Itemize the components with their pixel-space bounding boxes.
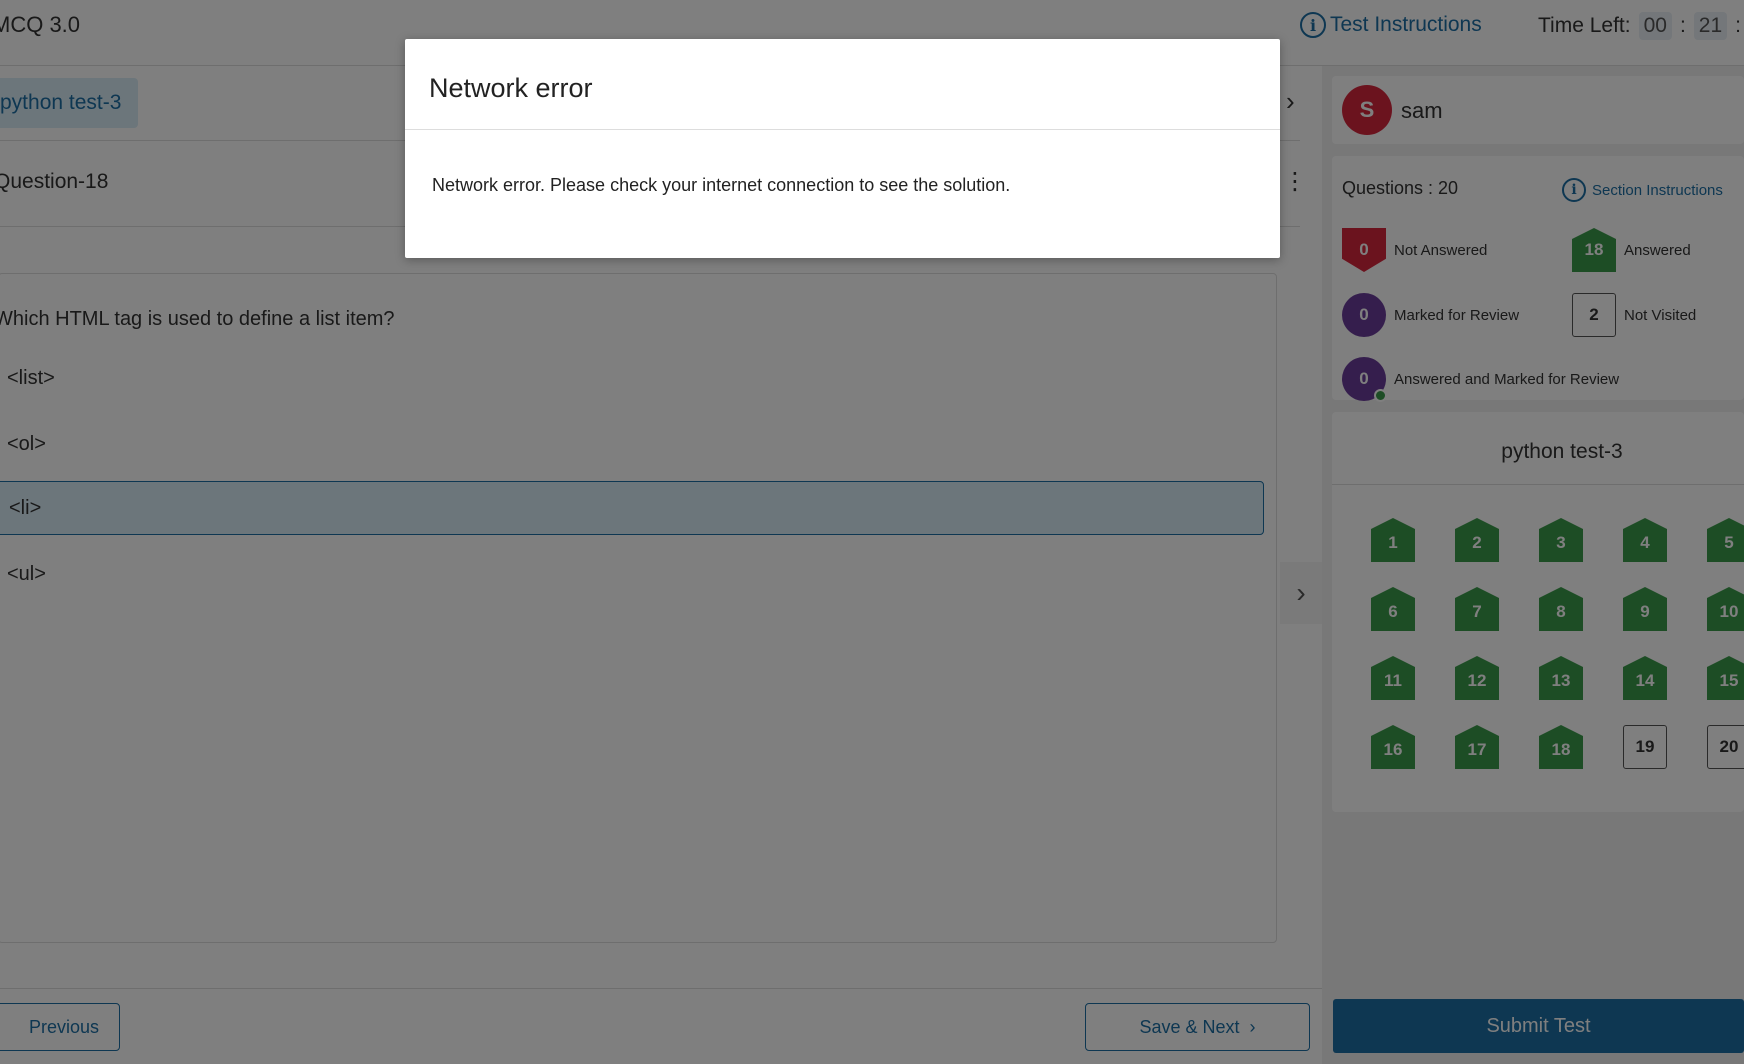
dialog-title: Network error xyxy=(429,73,593,103)
dialog-message: Network error. Please check your interne… xyxy=(432,175,1011,195)
divider xyxy=(405,129,1280,130)
network-error-dialog: Network error Network error. Please chec… xyxy=(405,39,1280,258)
